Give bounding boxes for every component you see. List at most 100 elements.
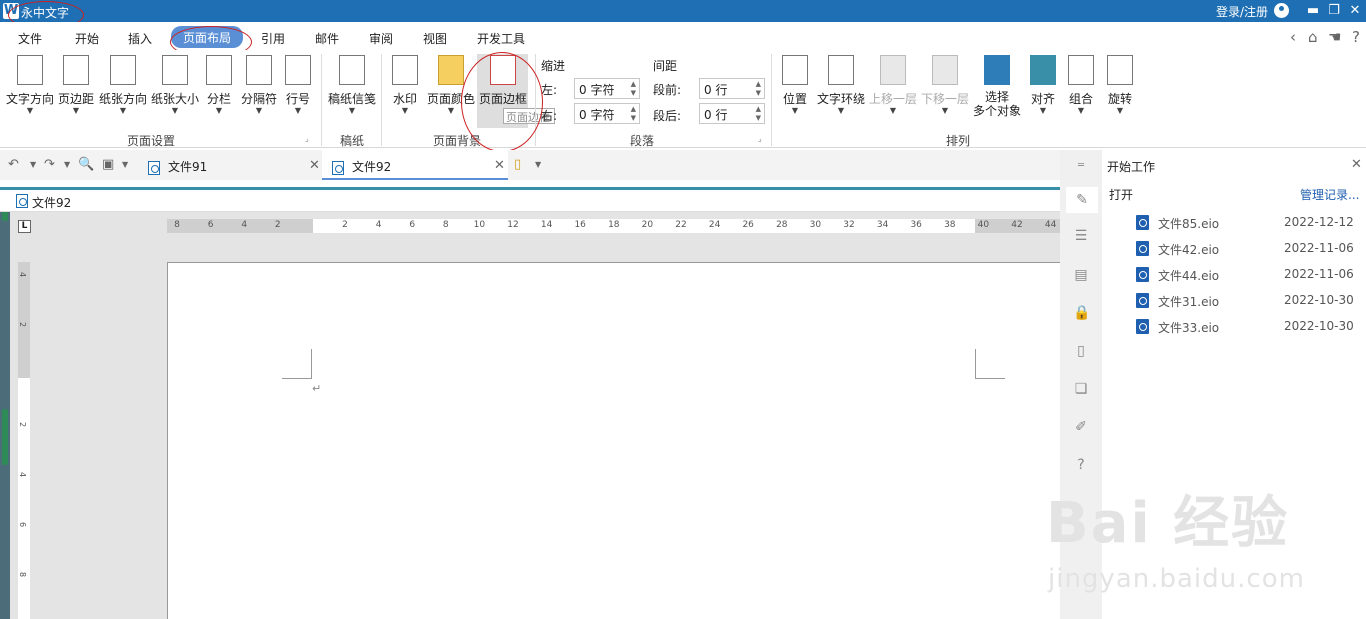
document-icon: [1136, 267, 1149, 282]
title-bar: W 永中文字 登录/注册 ▬ ❐ ✕: [0, 0, 1366, 22]
send-backward-button[interactable]: 下移一层 ▼: [920, 55, 970, 115]
group-arrange: 排列: [946, 134, 971, 148]
paragraph-mark-icon: ↵: [312, 382, 322, 395]
corner-mark: [282, 349, 312, 379]
rotate-button[interactable]: 旋转 ▼: [1105, 55, 1135, 115]
text-wrap-button[interactable]: 文字环绕 ▼: [816, 55, 866, 115]
tab-document-91[interactable]: 文件91: [140, 150, 322, 180]
indent-left-input[interactable]: 0 字符 ▲ ▼: [574, 78, 640, 99]
margins-button[interactable]: 页边距 ▼: [57, 55, 95, 115]
spacing-after-label: 段后:: [653, 109, 682, 123]
text-direction-icon: [17, 55, 43, 85]
menu-home[interactable]: 开始: [75, 30, 99, 47]
menu-references[interactable]: 引用: [261, 30, 285, 47]
close-window-icon[interactable]: ✕: [1345, 1, 1365, 21]
horizontal-ruler[interactable]: 8 6 4 2 2 4 6 8 10 12 14 16 18 20 22 24 26 28 30 32 34 36 38 40…: [167, 219, 1060, 233]
ruler-tick-label: 34: [876, 220, 889, 230]
document-icon: [16, 194, 28, 208]
breaks-button[interactable]: 分隔符 ▼: [239, 55, 279, 115]
orientation-icon: [110, 55, 136, 85]
layers-icon[interactable]: ▤: [1073, 267, 1089, 283]
lock-icon[interactable]: 🔒: [1073, 305, 1090, 321]
redo-icon[interactable]: ↷: [44, 157, 55, 172]
menu-developer[interactable]: 开发工具: [477, 30, 525, 47]
help-icon[interactable]: ?: [1352, 28, 1360, 46]
document-page[interactable]: [167, 262, 1060, 619]
manuscript-button[interactable]: 稿纸信笺 ▼: [327, 55, 377, 115]
margins-icon: [63, 55, 89, 85]
new-document-icon[interactable]: ▯: [514, 157, 521, 172]
collapse-ribbon-icon[interactable]: ⌂: [1308, 28, 1318, 46]
print-preview-icon[interactable]: 🔍: [78, 157, 94, 172]
help-circle-icon[interactable]: ?: [1073, 457, 1089, 473]
undo-icon[interactable]: ↶: [8, 157, 19, 172]
hand-icon[interactable]: ☚: [1328, 28, 1341, 46]
paper-size-button[interactable]: 纸张大小 ▼: [150, 55, 200, 115]
spacing-after-input[interactable]: 0 行 ▲ ▼: [699, 103, 765, 124]
group-paragraph: 段落: [630, 134, 655, 148]
position-icon: [782, 55, 808, 85]
menu-review[interactable]: 审阅: [369, 30, 393, 47]
menu-mailings[interactable]: 邮件: [315, 30, 339, 47]
ruler-tick-label: 30: [809, 220, 822, 230]
settings-sliders-icon[interactable]: ☰: [1073, 228, 1089, 244]
vertical-ruler[interactable]: 4 2 2 4 6 8: [18, 262, 30, 619]
scroll-handle[interactable]: [2, 409, 8, 465]
user-avatar-icon[interactable]: [1274, 3, 1289, 18]
recent-file-item[interactable]: 文件44.eio 2022-11-06: [1136, 265, 1356, 285]
menu-view[interactable]: 视图: [423, 30, 447, 47]
new-document-dropdown-icon[interactable]: ▼: [535, 160, 541, 169]
recent-file-item[interactable]: 文件33.eio 2022-10-30: [1136, 317, 1356, 337]
watermark-button[interactable]: 水印 ▼: [390, 55, 420, 115]
align-icon: [1030, 55, 1056, 85]
recent-file-item[interactable]: 文件31.eio 2022-10-30: [1136, 291, 1356, 311]
dialog-launcher-icon[interactable]: ⌟: [758, 134, 762, 143]
dialog-launcher-icon[interactable]: ⌟: [305, 134, 309, 143]
quick-access-dropdown-icon[interactable]: ▼: [122, 160, 128, 169]
bookmark-icon[interactable]: ▯: [1073, 343, 1089, 359]
redo-dropdown-icon[interactable]: ▼: [64, 160, 70, 169]
breaks-icon: [246, 55, 272, 85]
document-path-bar: 文件92: [0, 190, 1060, 212]
copy-icon[interactable]: ❏: [1073, 381, 1089, 397]
document-icon: [1136, 215, 1149, 230]
spacing-before-input[interactable]: 0 行 ▲ ▼: [699, 78, 765, 99]
minimize-icon[interactable]: ▬: [1303, 1, 1323, 21]
ruler-tick-label: 8: [442, 220, 449, 230]
columns-button[interactable]: 分栏 ▼: [204, 55, 234, 115]
rotate-icon: [1107, 55, 1133, 85]
edit-icon[interactable]: ✐: [1073, 419, 1089, 435]
bring-forward-button[interactable]: 上移一层 ▼: [868, 55, 918, 115]
manage-records-link[interactable]: 管理记录...: [1300, 186, 1359, 203]
grip-icon: ═: [1077, 160, 1085, 171]
restore-icon[interactable]: ❐: [1324, 1, 1344, 21]
indent-right-input[interactable]: 0 字符 ▲ ▼: [574, 103, 640, 124]
login-link[interactable]: 登录/注册: [1216, 3, 1268, 20]
back-icon[interactable]: ‹: [1290, 28, 1296, 46]
columns-icon: [206, 55, 232, 85]
document-tab-bar: ↶ ▼ ↷ ▼ 🔍 ▣ ▼ 文件91 ✕ 文件92 ✕ ▯ ▼: [0, 150, 1060, 180]
select-objects-button[interactable]: 选择 多个对象: [972, 55, 1022, 118]
ruler-tick-label: 4: [18, 471, 28, 478]
group-page-setup: 页面设置: [127, 134, 176, 148]
close-tab-icon[interactable]: ✕: [494, 158, 505, 173]
group-objects-button[interactable]: 组合 ▼: [1066, 55, 1096, 115]
recent-file-item[interactable]: 文件42.eio 2022-11-06: [1136, 239, 1356, 259]
ruler-tick-label: 40: [977, 220, 990, 230]
group-manuscript: 稿纸: [340, 134, 365, 148]
save-icon[interactable]: ▣: [102, 157, 114, 172]
pencil-icon[interactable]: ✎: [1066, 187, 1098, 213]
close-tab-icon[interactable]: ✕: [309, 158, 320, 173]
tab-document-92[interactable]: 文件92: [322, 150, 508, 180]
line-numbers-button[interactable]: 行号 ▼: [284, 55, 312, 115]
position-button[interactable]: 位置 ▼: [780, 55, 810, 115]
undo-dropdown-icon[interactable]: ▼: [30, 160, 36, 169]
text-direction-button[interactable]: 文字方向 ▼: [6, 55, 54, 115]
panel-close-icon[interactable]: ✕: [1351, 157, 1362, 172]
menu-insert[interactable]: 插入: [128, 30, 152, 47]
align-button[interactable]: 对齐 ▼: [1028, 55, 1058, 115]
tab-stop-selector[interactable]: L: [18, 220, 31, 233]
orientation-button[interactable]: 纸张方向 ▼: [98, 55, 148, 115]
recent-file-item[interactable]: 文件85.eio 2022-12-12: [1136, 213, 1356, 233]
menu-file[interactable]: 文件: [18, 30, 42, 47]
